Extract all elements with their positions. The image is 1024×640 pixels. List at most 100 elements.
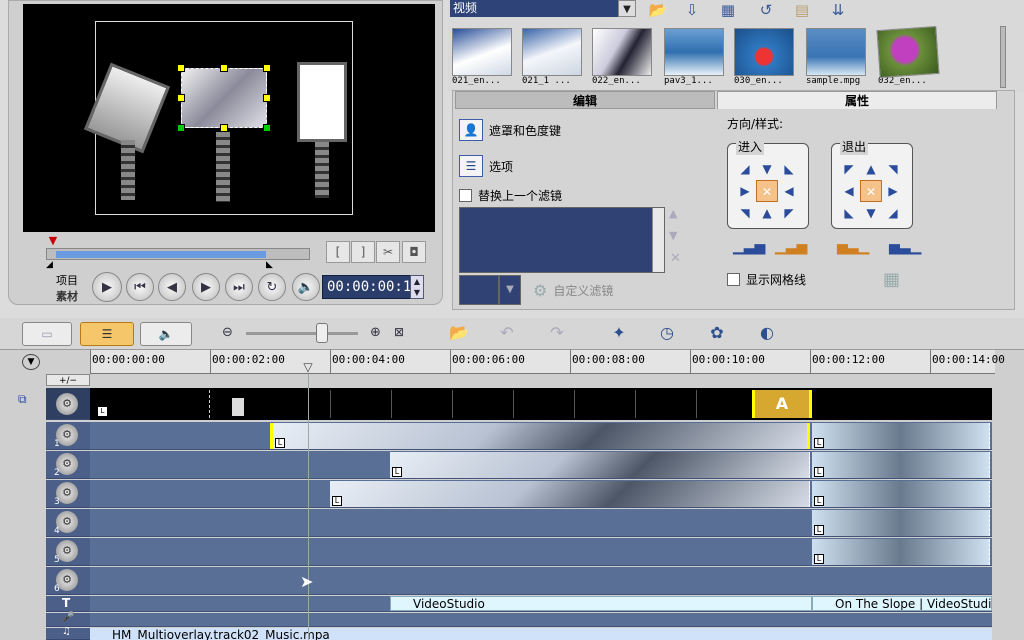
library-thumbnail[interactable]: 032_en... xyxy=(876,25,940,90)
overlay-track[interactable]: L L xyxy=(90,422,992,450)
selection-handle[interactable] xyxy=(177,64,185,72)
arrow-up-icon[interactable]: ▲ xyxy=(860,158,882,180)
overlay-track[interactable]: L L xyxy=(90,480,992,508)
overlay-track[interactable]: L xyxy=(90,538,992,566)
grid-options-icon[interactable]: ▦ xyxy=(883,269,900,290)
previous-frame-button[interactable]: ◀ xyxy=(158,273,186,301)
zoom-out-icon[interactable]: ⊖ xyxy=(222,325,233,340)
overlay-clip[interactable]: L xyxy=(390,452,810,478)
trim-start-marker[interactable]: ◢ xyxy=(46,260,53,270)
title-clip[interactable]: VideoStudio xyxy=(390,596,812,611)
filter-list[interactable] xyxy=(459,207,665,273)
arrow-up-left-icon[interactable]: ◤ xyxy=(778,202,800,224)
home-button[interactable]: ⏮ xyxy=(126,273,154,301)
arrow-right-icon[interactable]: ▶ xyxy=(882,180,904,202)
library-scrollbar[interactable] xyxy=(1000,26,1006,88)
show-grid-row[interactable]: 显示网格线 xyxy=(727,271,806,288)
sort-grid-icon[interactable]: ▦ xyxy=(716,0,740,20)
selection-handle[interactable] xyxy=(220,124,228,132)
video-track-header[interactable]: ⚙ xyxy=(46,388,90,420)
preset-swatch[interactable] xyxy=(459,275,499,305)
arrow-down-left-icon[interactable]: ◣ xyxy=(838,202,860,224)
voice-track-header[interactable]: 🎤 xyxy=(46,612,90,627)
fade-in-icon[interactable]: ▁▃▅ xyxy=(733,239,765,255)
repeat-button[interactable]: ↻ xyxy=(258,273,286,301)
overlay-clip[interactable]: L xyxy=(812,510,990,536)
selection-handle[interactable] xyxy=(177,124,185,132)
playhead-marker[interactable]: ▽ xyxy=(300,360,316,374)
fade-out-icon[interactable]: ▅▃▁ xyxy=(837,239,869,255)
library-thumbnail[interactable]: sample.mpg xyxy=(806,28,868,90)
custom-filter-button[interactable]: ⚙ 自定义滤镜 xyxy=(533,281,613,300)
arrow-left-icon[interactable]: ◀ xyxy=(838,180,860,202)
open-folder-icon[interactable]: 📂 xyxy=(646,0,670,20)
track-manager-icon[interactable]: ⧉ xyxy=(18,392,40,410)
overlay-track-header[interactable]: ⚙ 3 xyxy=(46,480,90,508)
arrow-down-right-icon[interactable]: ◢ xyxy=(882,202,904,224)
show-grid-checkbox[interactable] xyxy=(727,273,740,286)
arrow-down-left-icon[interactable]: ◣ xyxy=(778,158,800,180)
smart-proxy-icon[interactable]: ✦ xyxy=(606,320,632,346)
music-clip[interactable]: HM_Multioverlay.track02_Music.mpa xyxy=(90,628,992,640)
clip-mode-label[interactable]: 素材 xyxy=(56,288,78,304)
next-frame-button[interactable]: ▶ xyxy=(192,273,220,301)
arrow-up-right-icon[interactable]: ◥ xyxy=(734,202,756,224)
volume-button[interactable]: 🔈 xyxy=(292,273,320,301)
audio-mixer-icon[interactable]: ✿ xyxy=(704,320,730,346)
center-icon[interactable]: ✕ xyxy=(860,180,882,202)
library-thumbnail[interactable]: 022_en... xyxy=(592,28,654,90)
scrub-position-marker[interactable]: ▼ xyxy=(44,235,62,247)
project-mode-label[interactable]: 项目 xyxy=(56,272,78,288)
filter-list-scrollbar[interactable] xyxy=(652,208,664,272)
refresh-icon[interactable]: ↺ xyxy=(754,0,778,20)
overlay-clip[interactable]: L xyxy=(330,481,810,507)
arrow-up-icon[interactable]: ▲ xyxy=(756,202,778,224)
music-track-header[interactable]: ♫ xyxy=(46,626,90,640)
play-button[interactable]: ▶ xyxy=(92,272,122,302)
overlay-clip[interactable]: L xyxy=(812,423,990,449)
overlay-track-header[interactable]: ⚙ 6 xyxy=(46,567,90,595)
redo-icon[interactable]: ↷ xyxy=(544,320,570,346)
library-thumbnail[interactable]: pav3_1... xyxy=(664,28,726,90)
title-effect-clip[interactable]: A xyxy=(752,390,812,418)
arrow-left-icon[interactable]: ◀ xyxy=(778,180,800,202)
surround-5-1-icon[interactable]: ◐ xyxy=(754,320,780,346)
selection-handle[interactable] xyxy=(263,124,271,132)
overlay-track-header[interactable]: ⚙ 4 xyxy=(46,509,90,537)
tab-attributes[interactable]: 属性 xyxy=(717,91,997,109)
center-icon[interactable]: ✕ xyxy=(756,180,778,202)
video-clip[interactable]: L xyxy=(90,390,210,418)
preset-dropdown[interactable]: ▼ xyxy=(499,275,521,305)
timeline-menu-icon[interactable]: ▼ xyxy=(22,354,40,370)
tab-edit[interactable]: 编辑 xyxy=(455,91,715,109)
replace-last-filter-checkbox[interactable] xyxy=(459,189,472,202)
fade-in-audio-icon[interactable]: ▁▃▅ xyxy=(775,239,807,255)
title-clip[interactable]: On The Slope | VideoStudio xyxy=(812,596,992,611)
stage-frame-center[interactable] xyxy=(181,68,267,128)
audio-view-button[interactable]: 🔈 xyxy=(140,322,192,346)
arrow-down-icon[interactable]: ▼ xyxy=(756,158,778,180)
title-track[interactable]: VideoStudio On The Slope | VideoStudio xyxy=(90,596,992,612)
overlay-clip[interactable]: L xyxy=(812,539,990,565)
arrow-down-right-icon[interactable]: ◢ xyxy=(734,158,756,180)
preview-window[interactable] xyxy=(23,4,435,232)
video-track[interactable]: L A xyxy=(90,388,992,420)
timeline-view-button[interactable]: ☰ xyxy=(80,322,134,346)
zoom-in-icon[interactable]: ⊕ xyxy=(370,325,381,340)
fade-out-audio-icon[interactable]: ▅▃▁ xyxy=(889,239,921,255)
selection-handle[interactable] xyxy=(263,94,271,102)
overlay-clip[interactable]: L xyxy=(812,452,990,478)
delete-filter-icon[interactable]: ✕ xyxy=(670,251,681,266)
library-thumbnail[interactable]: 021_en... xyxy=(452,28,514,90)
video-clip[interactable] xyxy=(270,390,752,418)
storyboard-view-button[interactable]: ▭ xyxy=(22,322,72,346)
arrow-down-icon[interactable]: ▼ xyxy=(860,202,882,224)
overlay-track-header[interactable]: ⚙ 2 xyxy=(46,451,90,479)
arrow-up-right-icon[interactable]: ◥ xyxy=(882,158,904,180)
title-track-header[interactable]: T xyxy=(46,596,90,612)
selection-handle[interactable] xyxy=(177,94,185,102)
library-thumbnail[interactable]: 021_1 ... xyxy=(522,28,584,90)
enlarge-preview-button[interactable]: ◘ xyxy=(402,241,426,263)
expand-library-icon[interactable]: ⇊ xyxy=(826,0,850,20)
overlay-track[interactable] xyxy=(90,567,992,595)
